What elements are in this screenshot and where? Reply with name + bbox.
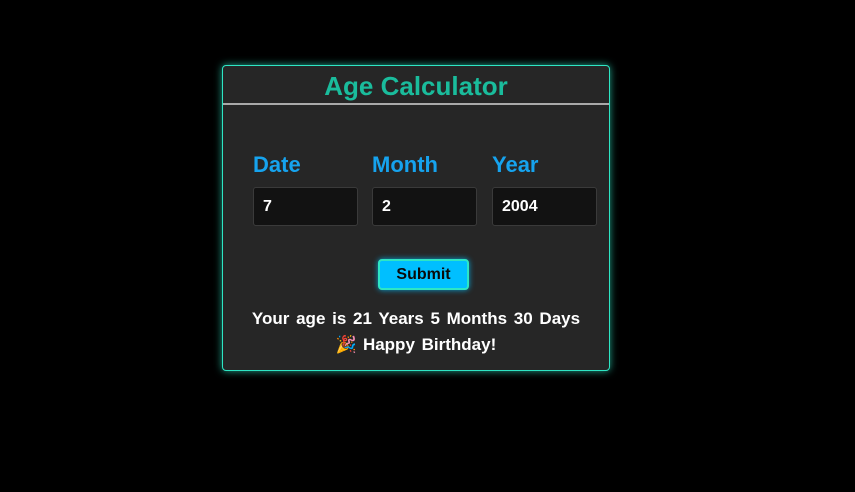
age-calculator-card: Age Calculator Date Month Year Submit Yo… bbox=[222, 65, 610, 371]
month-field: Month bbox=[372, 151, 478, 226]
page-title: Age Calculator bbox=[324, 71, 508, 101]
year-input[interactable] bbox=[492, 187, 597, 226]
month-input[interactable] bbox=[372, 187, 477, 226]
age-result: Your age is 21 Years 5 Months 30 Days bbox=[251, 309, 581, 328]
greeting-text: Happy Birthday! bbox=[362, 335, 497, 354]
birthday-message: 🎉 Happy Birthday! bbox=[223, 332, 609, 358]
result-text: Your age is 21 Years 5 Months 30 Days 🎉 H… bbox=[223, 306, 609, 358]
date-input[interactable] bbox=[253, 187, 358, 226]
title-divider bbox=[223, 103, 609, 105]
party-popper-icon: 🎉 bbox=[335, 335, 357, 354]
date-field: Date bbox=[253, 151, 359, 226]
month-label: Month bbox=[372, 152, 438, 177]
submit-button[interactable]: Submit bbox=[378, 259, 469, 290]
year-label: Year bbox=[492, 152, 539, 177]
date-label: Date bbox=[253, 152, 301, 177]
year-field: Year bbox=[492, 151, 598, 226]
